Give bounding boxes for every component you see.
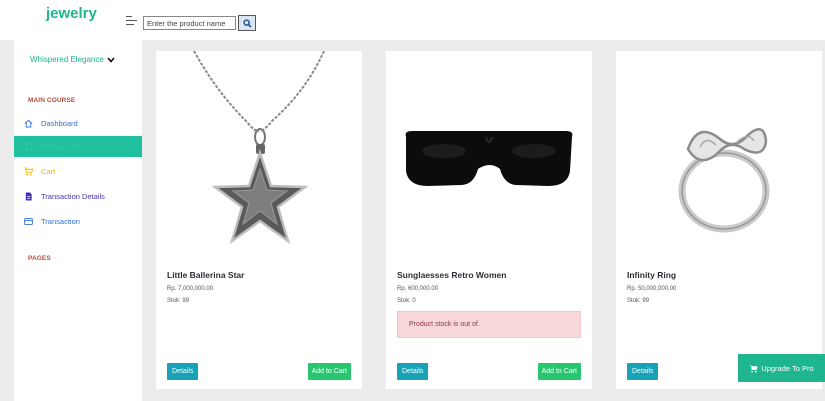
add-to-cart-button[interactable]: Add to Cart [537, 363, 581, 380]
product-image[interactable] [386, 51, 592, 261]
brand-logo[interactable]: jewelry [46, 5, 97, 22]
out-of-stock-alert: Product stock is out of. [397, 311, 581, 338]
sidebar-item-label: Transaction [41, 217, 80, 226]
sidebar-item-product-list[interactable]: Product List [14, 136, 142, 157]
product-price: Rp. 7,000,000.00 [167, 286, 214, 292]
product-card: Little Ballerina Star Rp. 7,000,000.00 S… [156, 50, 362, 389]
product-image[interactable] [616, 51, 822, 261]
grid-icon [24, 142, 33, 151]
product-stock: Stok: 99 [167, 298, 190, 304]
sidebar-item-transaction[interactable]: Transaction [14, 211, 142, 232]
card-icon [24, 217, 33, 226]
sidebar-item-label: Product List [41, 142, 81, 151]
section-pages: PAGES [28, 255, 51, 262]
details-button[interactable]: Details [397, 363, 429, 380]
details-button[interactable]: Details [627, 363, 659, 380]
product-stock: Stok: 99 [627, 298, 650, 304]
app: jewelry Whispered Elegance MAIN COURSE D… [0, 0, 825, 401]
add-to-cart-button[interactable]: Add to Cart [307, 363, 351, 380]
cart-icon [24, 167, 33, 176]
chevron-down-icon [107, 56, 115, 63]
product-price: Rp. 600,000.00 [397, 286, 439, 292]
product-price: Rp. 50,000,000.00 [627, 286, 677, 292]
sidebar-item-cart[interactable]: Cart [14, 161, 142, 182]
product-name: Little Ballerina Star [167, 270, 245, 280]
search-button[interactable] [238, 15, 256, 31]
sidebar-item-label: Dashboard [41, 119, 78, 128]
upgrade-label: Upgrade To Pro [761, 363, 814, 373]
upgrade-to-pro-button[interactable]: Upgrade To Pro [738, 354, 825, 382]
workspace-dropdown[interactable]: Whispered Elegance [30, 55, 115, 64]
product-card: Infinity Ring Rp. 50,000,000.00 Stok: 99… [616, 51, 822, 389]
product-name: Infinity Ring [627, 270, 677, 280]
sidebar: Whispered Elegance MAIN COURSE Dashboard… [14, 40, 142, 401]
product-image[interactable] [156, 50, 362, 261]
sidebar-item-label: Transaction Details [41, 192, 105, 201]
topbar: jewelry [0, 0, 825, 40]
sidebar-item-transaction-details[interactable]: Transaction Details [14, 186, 142, 207]
menu-toggle-icon[interactable] [126, 16, 137, 25]
section-main-course: MAIN COURSE [28, 97, 76, 104]
search-input[interactable] [143, 16, 236, 30]
product-stock: Stok: 0 [397, 298, 416, 304]
sidebar-item-label: Cart [41, 167, 56, 176]
sidebar-item-dashboard[interactable]: Dashboard [14, 113, 142, 134]
product-name: Sunglaesses Retro Women [397, 270, 507, 280]
search-icon [242, 18, 252, 28]
cart-icon [749, 364, 758, 373]
home-icon [24, 119, 33, 128]
workspace-label: Whispered Elegance [30, 55, 104, 64]
details-button[interactable]: Details [167, 363, 199, 380]
document-icon [24, 192, 33, 201]
product-card: Sunglaesses Retro Women Rp. 600,000.00 S… [386, 51, 592, 389]
